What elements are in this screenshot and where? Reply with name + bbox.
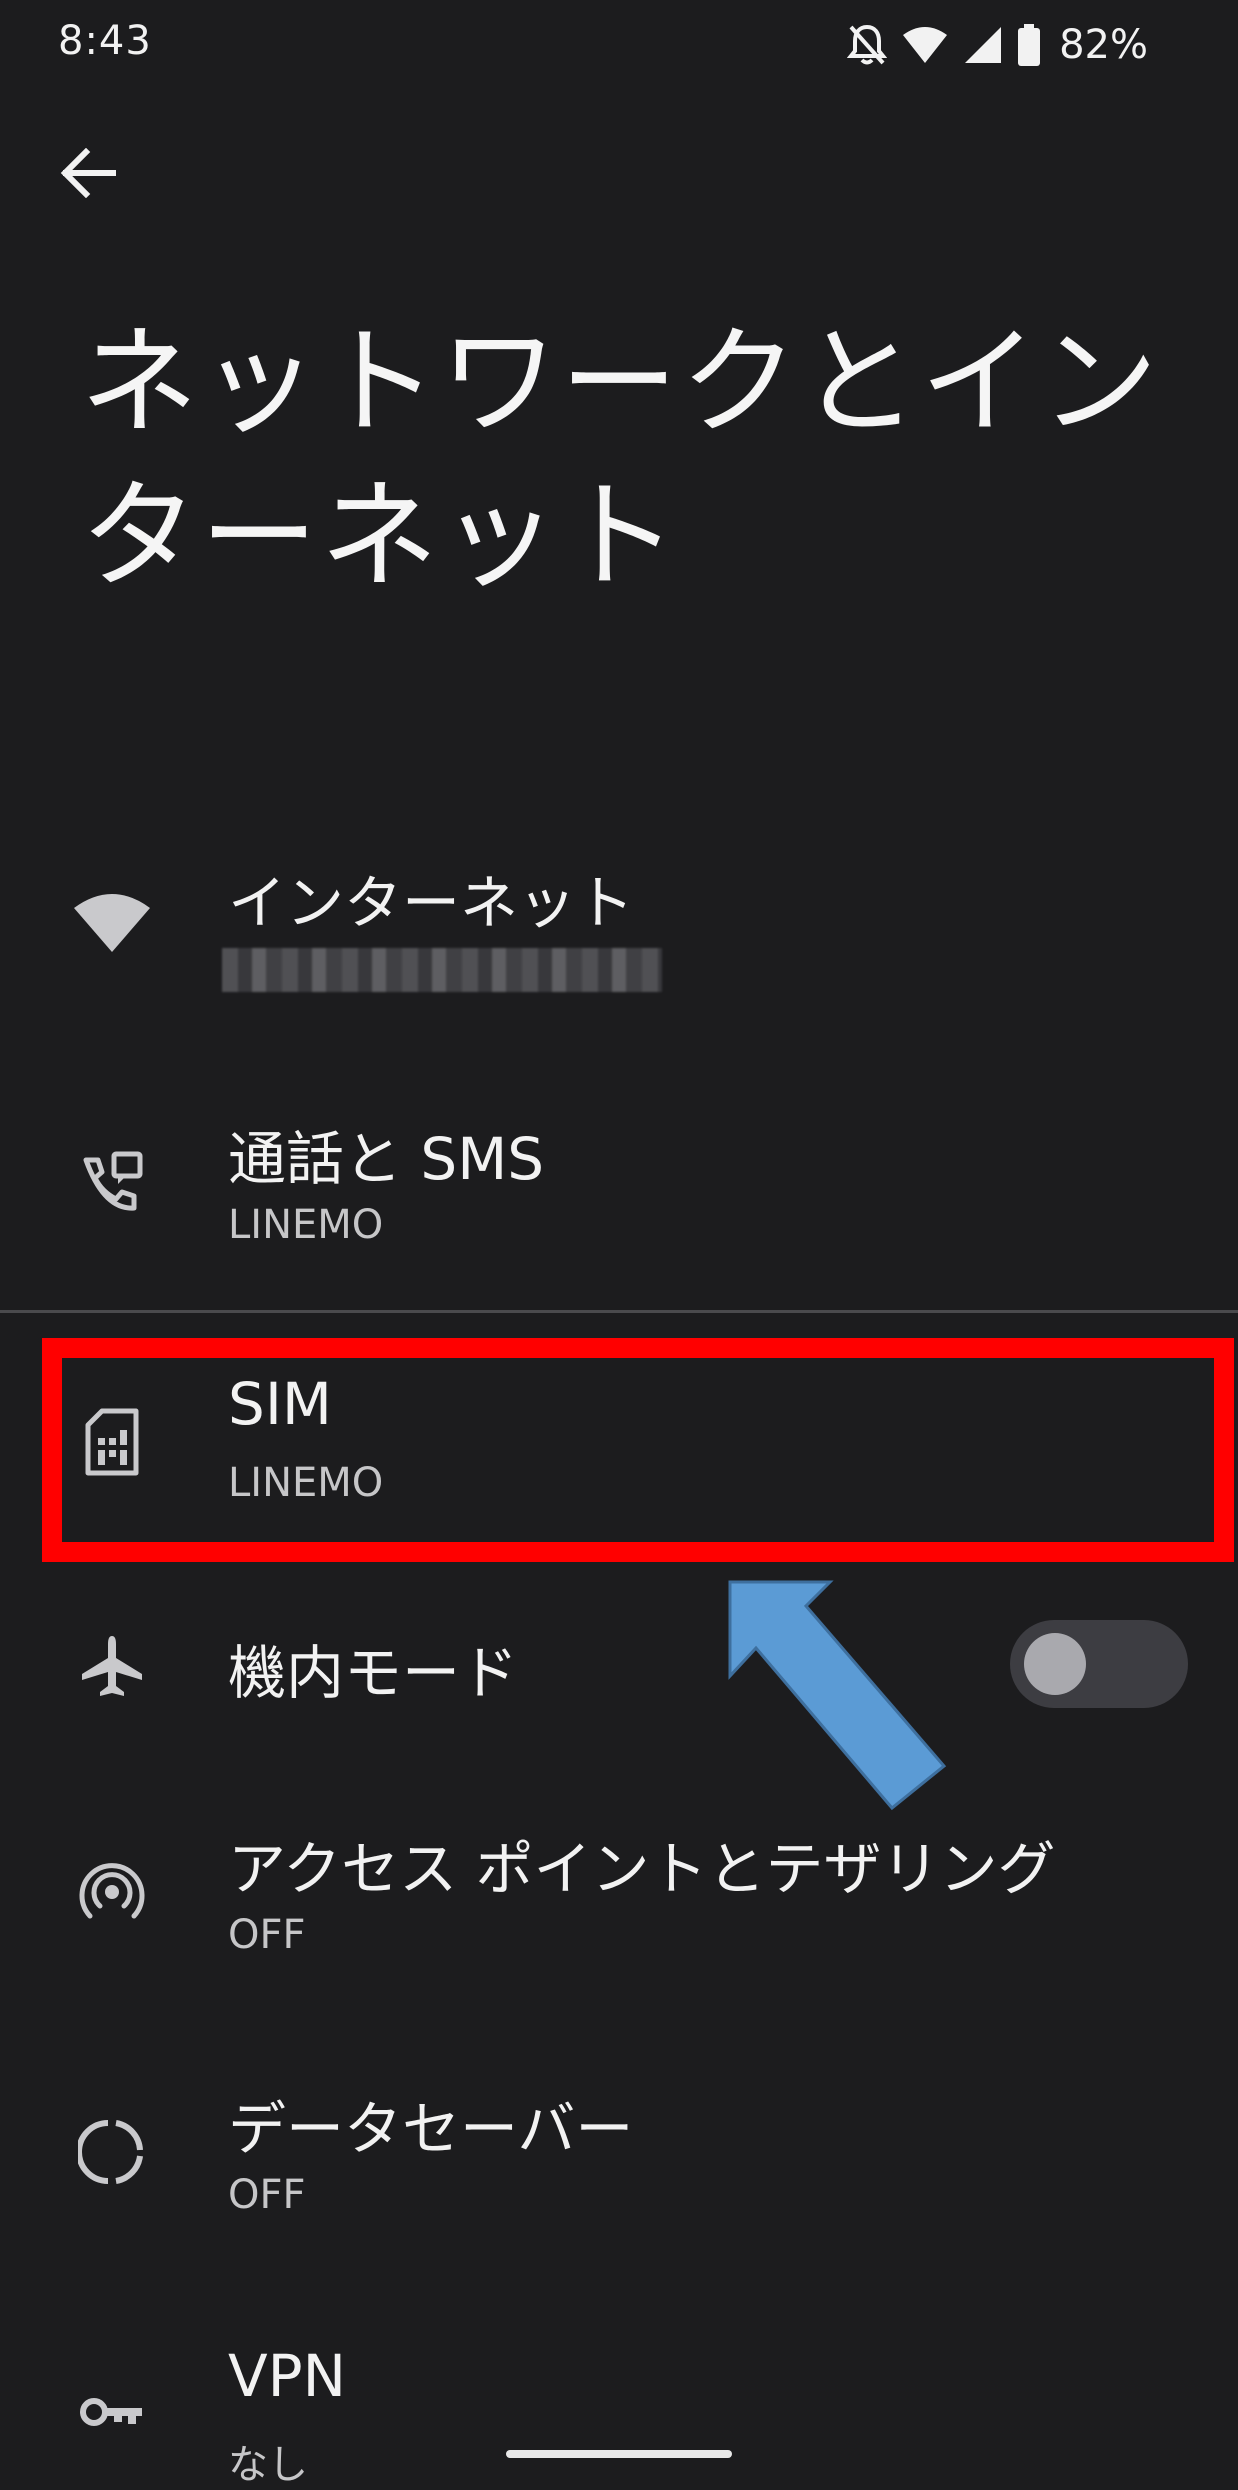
setting-vpn-title: VPN: [228, 2342, 347, 2410]
airplane-icon: [72, 1626, 152, 1706]
setting-airplane-mode-title: 機内モード: [228, 1639, 519, 1707]
setting-internet-title: インターネット: [228, 869, 635, 937]
setting-hotspot[interactable]: アクセス ポイントとテザリング OFF: [0, 1800, 1238, 1980]
settings-screen: 8:43 82% ネットワークとインターネット インターネット 通話と SMS …: [0, 0, 1238, 2488]
setting-internet[interactable]: インターネット: [0, 830, 1238, 1030]
setting-data-saver-subtitle: OFF: [228, 2172, 306, 2218]
data-saver-icon: [72, 2112, 152, 2192]
phone-message-icon: [72, 1142, 152, 1222]
toggle-knob: [1024, 1633, 1086, 1695]
key-icon: [72, 2372, 152, 2452]
network-name-redacted: [222, 948, 662, 992]
airplane-mode-toggle[interactable]: [1010, 1620, 1188, 1708]
list-divider: [0, 1310, 1238, 1313]
setting-vpn-subtitle: なし: [228, 2442, 308, 2488]
setting-sim-subtitle: LINEMO: [228, 1460, 384, 1506]
setting-sim[interactable]: SIM LINEMO: [0, 1350, 1238, 1530]
setting-sim-title: SIM: [228, 1370, 332, 1438]
settings-list: インターネット 通話と SMS LINEMO SIM LINEMO 機内モード …: [0, 0, 1238, 2488]
sim-card-icon: [72, 1402, 152, 1482]
setting-calls-sms-title: 通話と SMS: [228, 1125, 545, 1193]
setting-hotspot-title: アクセス ポイントとテザリング: [228, 1835, 1056, 1903]
setting-hotspot-subtitle: OFF: [228, 1912, 306, 1958]
setting-calls-sms-subtitle: LINEMO: [228, 1202, 384, 1248]
setting-calls-sms[interactable]: 通話と SMS LINEMO: [0, 1090, 1238, 1290]
home-indicator[interactable]: [506, 2450, 732, 2458]
hotspot-icon: [72, 1852, 152, 1932]
setting-data-saver-title: データセーバー: [228, 2095, 634, 2163]
setting-data-saver[interactable]: データセーバー OFF: [0, 2060, 1238, 2240]
wifi-icon: [72, 882, 152, 962]
